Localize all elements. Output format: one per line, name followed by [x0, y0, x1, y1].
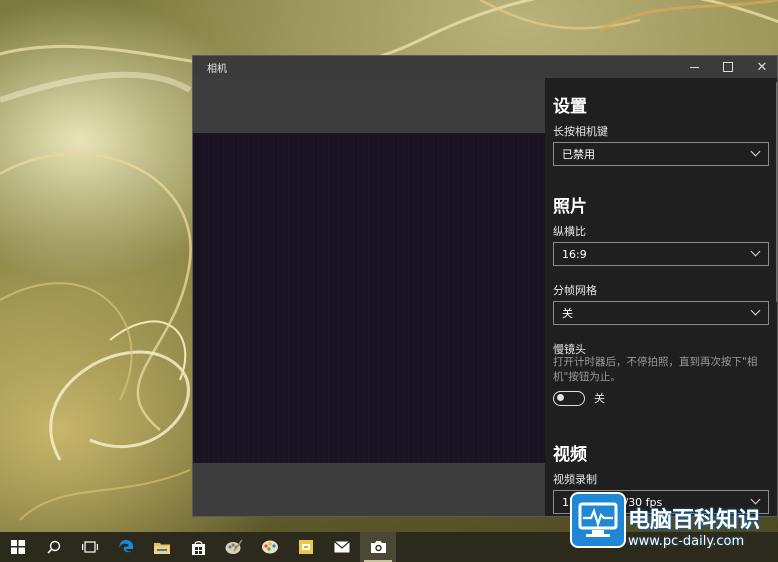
sticky-app-icon: [299, 540, 313, 554]
palette-icon: [262, 540, 278, 554]
camera-taskbar-button[interactable]: [360, 532, 396, 562]
watermark-url: www.pc-daily.com: [628, 534, 745, 549]
time-lapse-toggle-row: 关: [553, 390, 605, 406]
time-lapse-toggle-label: 关: [594, 392, 605, 405]
chevron-down-icon: [744, 143, 768, 165]
camera-preview-area: [193, 78, 545, 516]
close-button[interactable]: ✕: [745, 56, 777, 78]
paint-button[interactable]: [216, 532, 252, 562]
monitor-icon: [578, 502, 618, 537]
edge-icon: [119, 540, 134, 553]
title-bar[interactable]: 相机 ✕: [193, 56, 777, 78]
start-icon: [11, 540, 25, 554]
chevron-down-icon: [744, 243, 768, 265]
settings-heading: 设置: [553, 97, 587, 117]
aspect-ratio-label: 纵横比: [553, 225, 586, 238]
mail-icon: [334, 541, 350, 553]
camera-button-dropdown[interactable]: 已禁用: [553, 142, 769, 166]
camera-button-value: 已禁用: [562, 148, 595, 161]
paint-icon: [225, 539, 243, 554]
site-watermark: 电脑百科知识 www.pc-daily.com: [566, 486, 778, 562]
time-lapse-toggle[interactable]: [553, 390, 585, 406]
aspect-ratio-value: 16:9: [562, 247, 587, 261]
search-icon: [47, 540, 61, 554]
framing-grid-label: 分帧网格: [553, 284, 597, 297]
minimize-button[interactable]: [677, 56, 711, 78]
camera-button-label: 长按相机键: [553, 125, 608, 138]
store-button[interactable]: [180, 532, 216, 562]
watermark-title: 电脑百科知识: [628, 508, 761, 533]
camera-viewfinder[interactable]: [193, 133, 545, 463]
start-button[interactable]: [0, 532, 36, 562]
photos-heading: 照片: [553, 197, 587, 217]
palette-button[interactable]: [252, 532, 288, 562]
chevron-down-icon: [744, 302, 768, 324]
task-view-button[interactable]: [72, 532, 108, 562]
mail-button[interactable]: [324, 532, 360, 562]
store-icon: [191, 540, 205, 555]
time-lapse-description: 打开计时器后，不停拍照，直到再次按下"相机"按钮为止。: [553, 356, 758, 383]
file-explorer-icon: [154, 542, 170, 554]
maximize-button[interactable]: [711, 56, 745, 78]
camera-icon: [370, 541, 386, 553]
settings-panel: 设置 长按相机键 已禁用 照片 纵横比 16:9 分帧网格 关 慢镜头 打开计时…: [545, 78, 777, 516]
sticky-app-button[interactable]: [288, 532, 324, 562]
video-heading: 视频: [553, 445, 587, 465]
framing-grid-value: 关: [562, 307, 573, 320]
edge-button[interactable]: [108, 532, 144, 562]
window-title: 相机: [207, 63, 227, 75]
file-explorer-button[interactable]: [144, 532, 180, 562]
framing-grid-dropdown[interactable]: 关: [553, 301, 769, 325]
monitor-logo-icon: [570, 492, 626, 548]
aspect-ratio-dropdown[interactable]: 16:9: [553, 242, 769, 266]
video-recording-label: 视频录制: [553, 473, 597, 486]
camera-window: 相机 ✕ 设置 长按相机键 已禁用 照片 纵横比 16:9 分帧网格 关 慢镜头…: [192, 55, 778, 517]
task-view-icon: [82, 541, 98, 553]
toggle-knob: [557, 394, 564, 401]
search-button[interactable]: [36, 532, 72, 562]
